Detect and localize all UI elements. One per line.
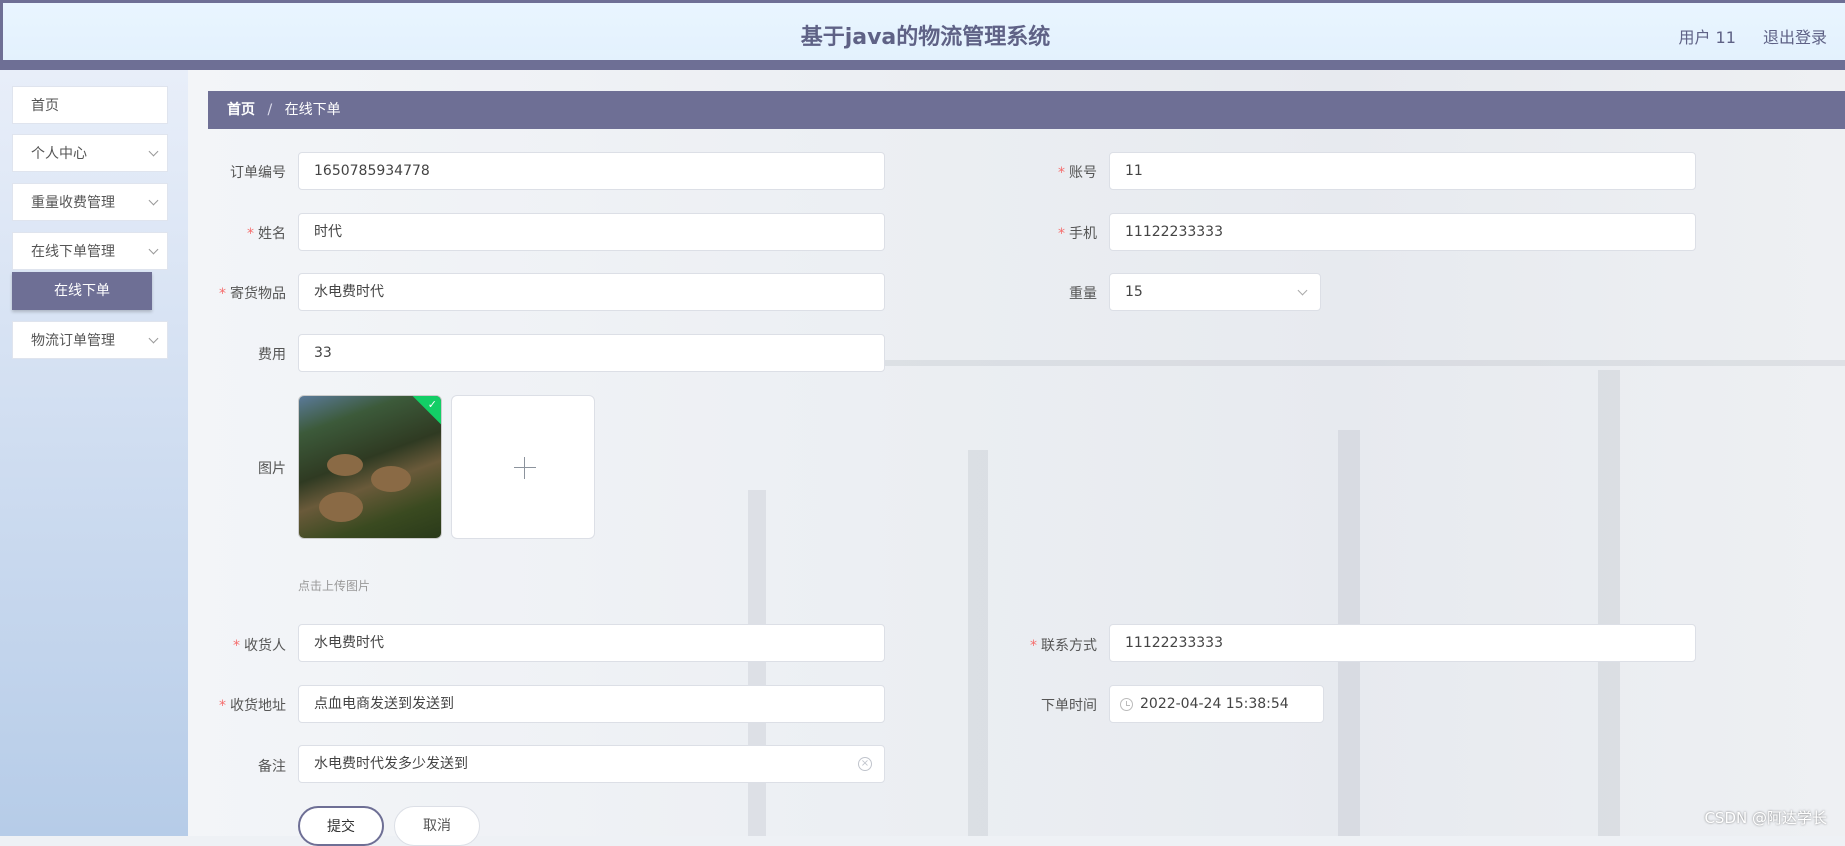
contact-label: * 联系方式 (987, 635, 1097, 655)
required-mark: * (219, 698, 226, 714)
address-field[interactable]: 点血电商发送到发送到 (298, 685, 885, 723)
fee-field[interactable]: 33 (298, 334, 885, 372)
name-label: * 姓名 (176, 223, 286, 243)
receiver-label-text: 收货人 (244, 638, 286, 654)
order-no-field[interactable]: 1650785934778 (298, 152, 885, 190)
upload-hint: 点击上传图片 (298, 579, 371, 593)
upload-button[interactable] (451, 395, 595, 539)
remark-label: 备注 (176, 756, 286, 776)
user-label: 用户 11 (1678, 28, 1736, 47)
breadcrumb: 首页 / 在线下单 (208, 91, 1845, 129)
sidebar-item-label: 首页 (31, 98, 59, 114)
cancel-button[interactable]: 取消 (394, 806, 480, 846)
required-mark: * (247, 226, 254, 242)
image-detail (327, 454, 363, 476)
phone-label: * 手机 (987, 223, 1097, 243)
image-detail (319, 492, 363, 522)
order-no-label-text: 订单编号 (230, 165, 286, 181)
required-mark: * (219, 286, 226, 302)
check-icon: ✓ (427, 398, 437, 411)
goods-label-text: 寄货物品 (230, 286, 286, 302)
contact-label-text: 联系方式 (1041, 638, 1097, 654)
background-decoration (1598, 370, 1620, 836)
app-title: 基于java的物流管理系统 (800, 25, 1051, 50)
receiver-label: * 收货人 (176, 635, 286, 655)
account-field[interactable]: 11 (1109, 152, 1696, 190)
remark-value: 水电费时代发多少发送到 (314, 756, 468, 772)
success-badge (410, 396, 441, 427)
image-detail (371, 466, 411, 492)
order-time-value: 2022-04-24 15:38:54 (1140, 696, 1289, 712)
remark-field[interactable]: 水电费时代发多少发送到 × (298, 745, 885, 783)
account-label-text: 账号 (1069, 165, 1097, 181)
order-no-label: 订单编号 (176, 162, 286, 182)
clock-icon (1120, 698, 1133, 711)
name-label-text: 姓名 (258, 226, 286, 242)
plus-icon (524, 457, 525, 479)
sidebar-item-label: 重量收费管理 (31, 195, 115, 211)
sidebar-item-label: 在线下单管理 (31, 244, 115, 260)
order-time-label: 下单时间 (987, 695, 1097, 715)
sidebar-item-online-order[interactable]: 在线下单管理 (12, 232, 168, 270)
header-user-area: 用户 11 退出登录 (1656, 24, 1827, 48)
clear-icon[interactable]: × (858, 757, 872, 771)
image-label: 图片 (176, 458, 286, 478)
required-mark: * (1058, 226, 1065, 242)
account-label: * 账号 (987, 162, 1097, 182)
address-label: * 收货地址 (176, 695, 286, 715)
weight-label-text: 重量 (1069, 286, 1097, 302)
chevron-down-icon (148, 333, 159, 344)
chevron-down-icon (148, 195, 159, 206)
weight-label: 重量 (987, 283, 1097, 303)
order-time-picker[interactable]: 2022-04-24 15:38:54 (1109, 685, 1324, 723)
order-time-label-text: 下单时间 (1041, 698, 1097, 714)
breadcrumb-separator: / (267, 102, 273, 118)
required-mark: * (1030, 638, 1037, 654)
background-decoration (968, 450, 988, 836)
receiver-field[interactable]: 水电费时代 (298, 624, 885, 662)
required-mark: * (233, 638, 240, 654)
watermark: CSDN @阿达学长 (1704, 809, 1827, 827)
submit-button[interactable]: 提交 (298, 806, 384, 846)
contact-field[interactable]: 11122233333 (1109, 624, 1696, 662)
fee-label-text: 费用 (258, 347, 286, 363)
chevron-down-icon (1297, 285, 1308, 296)
sidebar: 首页 个人中心 重量收费管理 在线下单管理 在线下单 物流订单管理 (0, 70, 188, 836)
logout-link[interactable]: 退出登录 (1763, 28, 1827, 47)
required-mark: * (1058, 165, 1065, 181)
chevron-down-icon (148, 146, 159, 157)
phone-label-text: 手机 (1069, 226, 1097, 242)
sidebar-item-logistics-orders[interactable]: 物流订单管理 (12, 321, 168, 359)
sidebar-subitem-online-order[interactable]: 在线下单 (12, 272, 152, 310)
fee-label: 费用 (176, 344, 286, 364)
header-divider (0, 60, 1845, 70)
sidebar-item-home[interactable]: 首页 (12, 86, 168, 124)
goods-field[interactable]: 水电费时代 (298, 273, 885, 311)
image-label-text: 图片 (258, 461, 286, 477)
uploaded-image-thumbnail[interactable]: ✓ (298, 395, 442, 539)
phone-field[interactable]: 11122233333 (1109, 213, 1696, 251)
sidebar-item-personal-center[interactable]: 个人中心 (12, 134, 168, 172)
goods-label: * 寄货物品 (176, 283, 286, 303)
weight-value: 15 (1125, 284, 1143, 300)
breadcrumb-current: 在线下单 (284, 102, 341, 118)
chevron-down-icon (148, 244, 159, 255)
breadcrumb-home[interactable]: 首页 (227, 102, 255, 118)
app-header: 基于java的物流管理系统 用户 11 退出登录 (0, 0, 1845, 60)
name-field[interactable]: 时代 (298, 213, 885, 251)
weight-select[interactable]: 15 (1109, 273, 1321, 311)
address-label-text: 收货地址 (230, 698, 286, 714)
sidebar-item-weight-fee[interactable]: 重量收费管理 (12, 183, 168, 221)
plus-icon (514, 467, 536, 468)
sidebar-item-label: 物流订单管理 (31, 333, 115, 349)
sidebar-item-label: 个人中心 (31, 146, 87, 162)
background-decoration (748, 490, 766, 836)
remark-label-text: 备注 (258, 759, 286, 775)
